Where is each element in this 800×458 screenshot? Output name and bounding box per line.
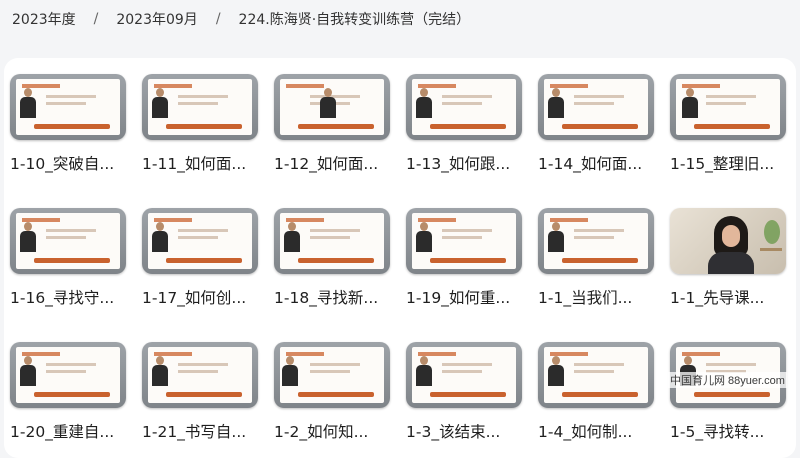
file-card[interactable]: 1-20_重建自... xyxy=(10,342,130,442)
plant-icon xyxy=(764,220,780,244)
file-card[interactable]: 1-21_书写自... xyxy=(142,342,262,442)
video-thumbnail[interactable] xyxy=(10,342,126,408)
file-card[interactable]: 1-17_如何创... xyxy=(142,208,262,308)
file-title[interactable]: 1-15_整理旧... xyxy=(670,154,792,174)
video-thumbnail[interactable] xyxy=(538,208,654,274)
file-title[interactable]: 1-12_如何面... xyxy=(274,154,396,174)
breadcrumb-item-folder: 224.陈海贤·自我转变训练营（完结） xyxy=(238,12,471,28)
presenter-figure xyxy=(152,222,168,252)
presenter-figure xyxy=(20,222,36,252)
file-title[interactable]: 1-20_重建自... xyxy=(10,422,132,442)
file-title[interactable]: 1-1_先导课... xyxy=(670,288,792,308)
file-card[interactable]: 1-13_如何跟... xyxy=(406,74,526,174)
breadcrumb-item-month[interactable]: 2023年09月 xyxy=(116,9,197,29)
presenter-figure xyxy=(416,222,432,252)
file-title[interactable]: 1-1_当我们... xyxy=(538,288,660,308)
file-title[interactable]: 1-4_如何制... xyxy=(538,422,660,442)
video-thumbnail[interactable] xyxy=(274,342,390,408)
file-title[interactable]: 1-21_书写自... xyxy=(142,422,264,442)
video-thumbnail[interactable] xyxy=(538,74,654,140)
site-watermark: 中国育儿网 88yuer.com xyxy=(668,372,787,388)
video-thumbnail[interactable] xyxy=(142,74,258,140)
shelf-decoration xyxy=(760,248,782,251)
presenter-figure xyxy=(682,88,698,118)
video-thumbnail[interactable] xyxy=(10,208,126,274)
breadcrumb: 2023年度 / 2023年09月 / 224.陈海贤·自我转变训练营（完结） xyxy=(12,8,470,30)
file-title[interactable]: 1-16_寻找守... xyxy=(10,288,132,308)
video-thumbnail[interactable] xyxy=(670,208,786,274)
breadcrumb-separator: / xyxy=(93,11,99,27)
file-title[interactable]: 1-19_如何重... xyxy=(406,288,528,308)
file-card[interactable]: 1-4_如何制... xyxy=(538,342,658,442)
file-card[interactable]: 1-14_如何面... xyxy=(538,74,658,174)
presenter-figure xyxy=(548,356,564,386)
video-thumbnail[interactable] xyxy=(142,342,258,408)
video-thumbnail[interactable] xyxy=(670,74,786,140)
file-card[interactable]: 1-1_当我们... xyxy=(538,208,658,308)
file-title[interactable]: 1-13_如何跟... xyxy=(406,154,528,174)
video-thumbnail[interactable] xyxy=(10,74,126,140)
file-card[interactable]: 1-5_寻找转... xyxy=(670,342,790,442)
presenter-figure xyxy=(284,222,300,252)
file-card[interactable]: 1-1_先导课... xyxy=(670,208,790,308)
file-card[interactable]: 1-11_如何面... xyxy=(142,74,262,174)
breadcrumb-item-year[interactable]: 2023年度 xyxy=(12,9,76,29)
file-card[interactable]: 1-18_寻找新... xyxy=(274,208,394,308)
presenter-figure xyxy=(416,88,432,118)
file-card[interactable]: 1-19_如何重... xyxy=(406,208,526,308)
file-title[interactable]: 1-18_寻找新... xyxy=(274,288,396,308)
presenter-figure xyxy=(152,356,168,386)
presenter-figure xyxy=(320,88,336,118)
presenter-figure xyxy=(548,222,564,252)
presenter-figure xyxy=(152,88,168,118)
breadcrumb-separator: / xyxy=(215,11,221,27)
presenter-figure xyxy=(548,88,564,118)
presenter-figure xyxy=(20,356,36,386)
file-card[interactable]: 1-15_整理旧... xyxy=(670,74,790,174)
file-card[interactable]: 1-10_突破自... xyxy=(10,74,130,174)
video-thumbnail[interactable] xyxy=(406,208,522,274)
presenter-figure xyxy=(416,356,432,386)
file-card[interactable]: 1-2_如何知... xyxy=(274,342,394,442)
video-thumbnail[interactable] xyxy=(406,342,522,408)
file-card[interactable]: 1-3_该结束... xyxy=(406,342,526,442)
presenter-figure xyxy=(20,88,36,118)
file-card[interactable]: 1-16_寻找守... xyxy=(10,208,130,308)
video-thumbnail[interactable] xyxy=(274,208,390,274)
file-title[interactable]: 1-17_如何创... xyxy=(142,288,264,308)
file-card[interactable]: 1-12_如何面... xyxy=(274,74,394,174)
video-thumbnail[interactable] xyxy=(538,342,654,408)
video-thumbnail[interactable] xyxy=(274,74,390,140)
video-thumbnail[interactable] xyxy=(142,208,258,274)
file-title[interactable]: 1-14_如何面... xyxy=(538,154,660,174)
video-thumbnail[interactable] xyxy=(406,74,522,140)
file-title[interactable]: 1-11_如何面... xyxy=(142,154,264,174)
file-title[interactable]: 1-2_如何知... xyxy=(274,422,396,442)
file-title[interactable]: 1-3_该结束... xyxy=(406,422,528,442)
file-title[interactable]: 1-10_突破自... xyxy=(10,154,132,174)
file-title[interactable]: 1-5_寻找转... xyxy=(670,422,792,442)
speaker-photo xyxy=(708,216,754,274)
presenter-figure xyxy=(282,356,298,386)
